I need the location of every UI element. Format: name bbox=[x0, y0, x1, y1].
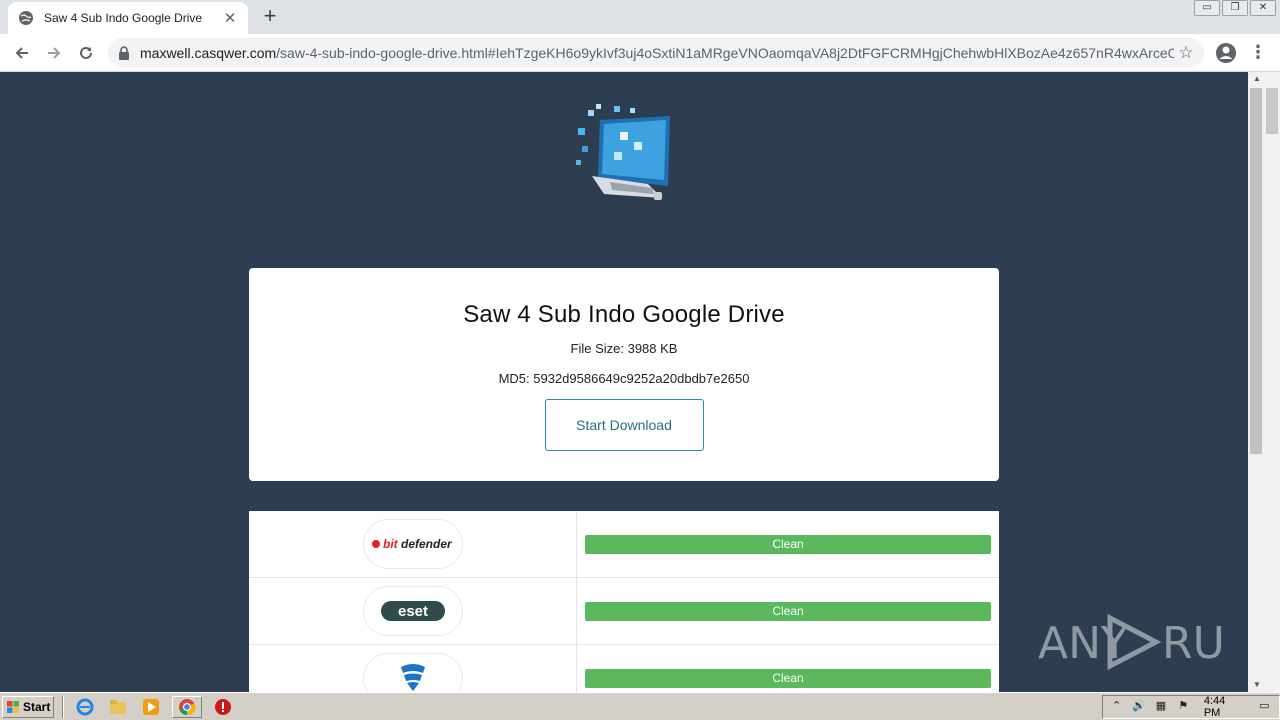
file-explorer-icon[interactable] bbox=[106, 696, 130, 718]
windows-flag-icon bbox=[7, 700, 19, 713]
anyrun-watermark-logo: ANY RUN bbox=[1038, 613, 1228, 671]
taskbar-clock[interactable]: 4:44 PM bbox=[1204, 695, 1243, 719]
fsecure-logo-icon bbox=[400, 664, 425, 691]
chrome-icon bbox=[179, 698, 196, 715]
svg-text:RUN: RUN bbox=[1162, 618, 1228, 669]
bookmark-star-icon[interactable]: ☆ bbox=[1174, 43, 1198, 63]
start-button[interactable]: Start bbox=[2, 695, 54, 718]
browser-tab-active[interactable]: Saw 4 Sub Indo Google Drive ✕ bbox=[8, 2, 248, 34]
scan-vendor-cell: bit defender bbox=[249, 511, 577, 577]
close-tab-icon[interactable]: ✕ bbox=[222, 9, 238, 27]
download-card: Saw 4 Sub Indo Google Drive File Size: 3… bbox=[249, 268, 999, 481]
internet-explorer-icon[interactable] bbox=[73, 696, 97, 718]
reload-button[interactable] bbox=[70, 37, 102, 69]
window-controls: ▭ ❐ ✕ bbox=[1192, 0, 1276, 18]
page-title: Saw 4 Sub Indo Google Drive bbox=[463, 301, 785, 328]
start-label: Start bbox=[23, 699, 51, 714]
scan-row-fsecure: Clean bbox=[249, 645, 999, 692]
globe-icon bbox=[19, 11, 33, 25]
minimize-button[interactable]: ▭ bbox=[1194, 0, 1220, 16]
tab-title: Saw 4 Sub Indo Google Drive bbox=[44, 11, 203, 25]
tray-expand-icon[interactable]: ⌃ bbox=[1109, 699, 1124, 715]
media-player-icon[interactable] bbox=[139, 696, 163, 718]
show-desktop-icon[interactable]: ▭ bbox=[1257, 699, 1272, 715]
scroll-up-arrow-icon[interactable]: ▲ bbox=[1250, 72, 1264, 86]
back-arrow-icon bbox=[15, 46, 28, 59]
scan-status-cell: Clean bbox=[577, 645, 999, 692]
anyrun-watermark: ANY RUN bbox=[1038, 606, 1228, 676]
scan-row-eset: eset Clean bbox=[249, 578, 999, 645]
tab-strip: Saw 4 Sub Indo Google Drive ✕ + ▭ ❐ ✕ bbox=[0, 0, 1280, 34]
clean-status-bar: Clean bbox=[585, 534, 991, 554]
vertical-scrollbar[interactable]: ▲ ▼ bbox=[1248, 72, 1280, 692]
scan-row-bitdefender: bit defender Clean bbox=[249, 511, 999, 578]
fsecure-logo bbox=[362, 653, 463, 692]
url-text: maxwell.casqwer.com/saw-4-sub-indo-googl… bbox=[140, 45, 1174, 61]
md5-text: MD5: 5932d9586649c9252a20dbdb7e2650 bbox=[498, 371, 750, 386]
restore-button[interactable]: ❐ bbox=[1222, 0, 1248, 16]
scrollbar-thumb[interactable] bbox=[1250, 88, 1262, 454]
scan-results-table: bit defender Clean eset Clean Clean bbox=[249, 511, 999, 692]
clean-status-bar: Clean bbox=[585, 668, 991, 688]
scan-status-cell: Clean bbox=[577, 511, 999, 577]
start-download-button[interactable]: Start Download bbox=[544, 399, 704, 451]
file-size-text: File Size: 3988 KB bbox=[570, 341, 678, 356]
volume-icon[interactable]: 🔊 bbox=[1131, 699, 1146, 715]
close-window-button[interactable]: ✕ bbox=[1250, 0, 1276, 16]
profile-avatar-icon[interactable] bbox=[1214, 41, 1238, 65]
url-path: /saw-4-sub-indo-google-drive.html#IehTzg… bbox=[276, 44, 1174, 61]
new-tab-button[interactable]: + bbox=[258, 5, 282, 29]
scan-vendor-cell: eset bbox=[249, 578, 577, 644]
eset-logo: eset bbox=[362, 586, 463, 636]
url-host: maxwell.casqwer.com bbox=[140, 44, 277, 61]
outer-scrollbar-thumb[interactable] bbox=[1266, 88, 1278, 134]
reload-icon bbox=[80, 46, 92, 59]
chrome-taskbar-button[interactable] bbox=[172, 695, 202, 718]
lock-icon bbox=[119, 45, 129, 60]
taskbar-separator bbox=[62, 695, 64, 718]
back-button[interactable] bbox=[6, 37, 38, 69]
network-icon[interactable]: ▦ bbox=[1153, 699, 1168, 715]
browser-menu-button[interactable]: ⋮ bbox=[1248, 42, 1268, 64]
action-center-flag-icon[interactable]: ⚑ bbox=[1176, 699, 1191, 715]
svg-text:bit: bit bbox=[383, 537, 399, 551]
forward-arrow-icon bbox=[48, 46, 61, 59]
clean-status-bar: Clean bbox=[585, 601, 991, 621]
page-viewport: Saw 4 Sub Indo Google Drive File Size: 3… bbox=[0, 72, 1248, 692]
scroll-down-arrow-icon[interactable]: ▼ bbox=[1250, 678, 1264, 692]
address-bar[interactable]: maxwell.casqwer.com/saw-4-sub-indo-googl… bbox=[108, 38, 1204, 67]
scan-status-cell: Clean bbox=[577, 578, 999, 644]
windows-taskbar: Start ⌃ 🔊 ▦ ⚑ 4:44 PM ▭ bbox=[0, 692, 1280, 720]
computer-illustration-image bbox=[576, 104, 670, 200]
svg-text:eset: eset bbox=[397, 603, 427, 620]
eset-logo-icon: eset bbox=[380, 601, 445, 621]
system-tray: ⌃ 🔊 ▦ ⚑ 4:44 PM ▭ bbox=[1102, 695, 1280, 719]
bitdefender-logo: bit defender bbox=[362, 519, 463, 569]
browser-toolbar: maxwell.casqwer.com/saw-4-sub-indo-googl… bbox=[0, 34, 1280, 72]
stop-icon[interactable] bbox=[211, 696, 235, 718]
svg-text:defender: defender bbox=[401, 537, 453, 551]
forward-button[interactable] bbox=[38, 37, 70, 69]
scan-vendor-cell bbox=[249, 645, 577, 692]
bitdefender-logo-icon: bit defender bbox=[371, 537, 453, 551]
